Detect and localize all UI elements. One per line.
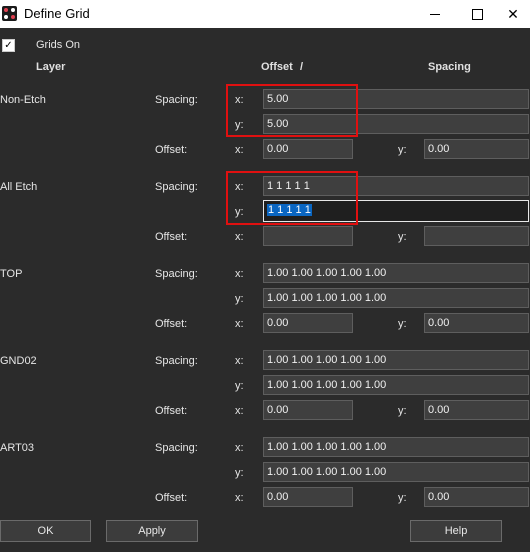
spacing-label: Spacing: (155, 268, 198, 280)
offset-label: Offset: (155, 318, 188, 330)
spacing-label: Spacing: (155, 442, 198, 454)
x-label: x: (235, 268, 244, 280)
offset-x-input[interactable]: 0.00 (263, 400, 353, 420)
layer-name: Non-Etch (0, 94, 46, 106)
offset-x-input[interactable] (263, 226, 353, 246)
apply-button[interactable]: Apply (106, 520, 198, 542)
y-label: y: (235, 293, 244, 305)
x-label: x: (235, 355, 244, 367)
y-label: y: (398, 144, 407, 156)
x-label: x: (235, 405, 244, 417)
maximize-button[interactable] (454, 0, 500, 28)
window-title: Define Grid (24, 6, 90, 21)
offset-x-input[interactable]: 0.00 (263, 139, 353, 159)
y-label: y: (235, 467, 244, 479)
spacing-x-input[interactable]: 1.00 1.00 1.00 1.00 1.00 (263, 437, 529, 457)
y-label: y: (398, 405, 407, 417)
offset-y-input[interactable]: 0.00 (424, 313, 529, 333)
offset-label: Offset: (155, 231, 188, 243)
minimize-button[interactable] (412, 0, 458, 28)
highlight-box (226, 171, 358, 225)
offset-label: Offset: (155, 492, 188, 504)
minimize-icon (430, 13, 440, 15)
offset-x-input[interactable]: 0.00 (263, 487, 353, 507)
grids-on-checkbox[interactable]: ✓ (2, 39, 15, 52)
offset-label: Offset: (155, 144, 188, 156)
layer-name: All Etch (0, 181, 38, 193)
offset-y-input[interactable]: 0.00 (424, 400, 529, 420)
y-label: y: (235, 380, 244, 392)
offset-y-input[interactable] (424, 226, 529, 246)
offset-label: Offset: (155, 405, 188, 417)
spacing-label: Spacing: (155, 94, 198, 106)
offset-x-input[interactable]: 0.00 (263, 313, 353, 333)
offset-y-input[interactable]: 0.00 (424, 139, 529, 159)
spacing-x-input[interactable]: 1.00 1.00 1.00 1.00 1.00 (263, 263, 529, 283)
spacing-x-input[interactable]: 1.00 1.00 1.00 1.00 1.00 (263, 350, 529, 370)
layer-name: GND02 (0, 355, 37, 367)
x-label: x: (235, 442, 244, 454)
x-label: x: (235, 231, 244, 243)
highlight-box (226, 84, 358, 137)
app-icon (2, 6, 17, 21)
x-label: x: (235, 318, 244, 330)
title-bar: Define Grid ✕ (0, 0, 530, 28)
spacing-y-input[interactable]: 1.00 1.00 1.00 1.00 1.00 (263, 288, 529, 308)
x-label: x: (235, 492, 244, 504)
spacing-label: Spacing: (155, 181, 198, 193)
offset-header: Offset (261, 61, 293, 73)
close-button[interactable]: ✕ (496, 0, 530, 28)
help-button[interactable]: Help (410, 520, 502, 542)
offset-y-input[interactable]: 0.00 (424, 487, 529, 507)
y-label: y: (398, 318, 407, 330)
grids-on-label: Grids On (36, 39, 81, 51)
x-label: x: (235, 144, 244, 156)
layer-name: ART03 (0, 442, 35, 454)
header-separator: / (300, 61, 304, 73)
layer-header: Layer (36, 61, 66, 73)
ok-button[interactable]: OK (0, 520, 91, 542)
y-label: y: (398, 492, 407, 504)
close-icon: ✕ (507, 5, 519, 22)
y-label: y: (398, 231, 407, 243)
spacing-y-input[interactable]: 1.00 1.00 1.00 1.00 1.00 (263, 462, 529, 482)
spacing-y-input[interactable]: 1.00 1.00 1.00 1.00 1.00 (263, 375, 529, 395)
maximize-icon (471, 8, 483, 20)
spacing-label: Spacing: (155, 355, 198, 367)
layer-name: TOP (0, 268, 23, 280)
spacing-header: Spacing (428, 61, 471, 73)
